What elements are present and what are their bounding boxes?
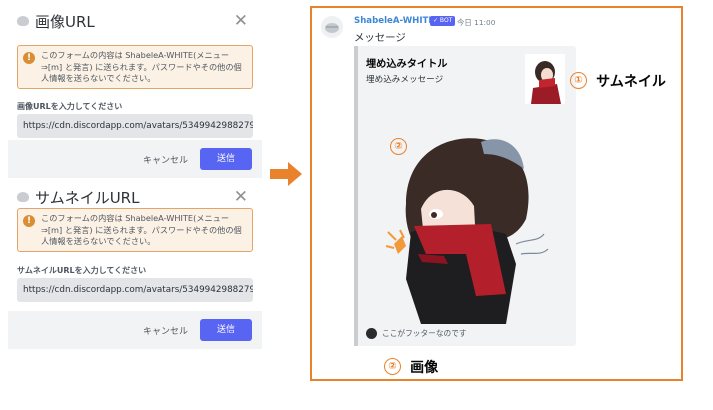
embed-footer-text: ここがフッターなのです	[382, 329, 467, 338]
send-button[interactable]: 送信	[200, 148, 252, 170]
bot-name[interactable]: ShabeleA-WHITE	[354, 16, 434, 26]
thumbnail-url-modal: サムネイルURL ✕ ! このフォームの内容は ShabeleA-WHITE(メ…	[8, 184, 262, 354]
modal-title: サムネイルURL	[35, 189, 140, 207]
warning-text: このフォームの内容は ShabeleA-WHITE(メニュー⇒[m] と発言) …	[41, 50, 242, 83]
bot-avatar	[321, 16, 343, 38]
modal-title: 画像URL	[35, 13, 95, 31]
message-embed: 埋め込みタイトル 埋め込みメッセージ ここがフッターなのです	[354, 46, 576, 346]
annotation-label: サムネイル	[596, 73, 666, 90]
embed-title: 埋め込みタイトル	[366, 59, 448, 70]
modal-header: サムネイルURL ✕	[8, 184, 262, 210]
modal-header: 画像URL ✕	[8, 8, 262, 34]
embed-description: 埋め込みメッセージ	[366, 75, 444, 85]
annotation-label: 画像	[410, 359, 439, 376]
message-timestamp: 今日 11:00	[457, 18, 496, 27]
cancel-button[interactable]: キャンセル	[143, 324, 188, 337]
privacy-warning: ! このフォームの内容は ShabeleA-WHITE(メニュー⇒[m] と発言…	[17, 208, 253, 252]
send-button[interactable]: 送信	[200, 319, 252, 341]
url-input[interactable]: https://cdn.discordapp.com/avatars/53499…	[17, 114, 253, 138]
annotation-number: ②	[390, 138, 407, 155]
modal-footer: キャンセル 送信	[8, 311, 262, 349]
thumbnail-annotation: ① サムネイル	[570, 70, 666, 91]
image-annotation-marker: ②	[390, 136, 407, 155]
close-icon[interactable]: ✕	[234, 11, 248, 31]
close-icon[interactable]: ✕	[234, 187, 248, 207]
arrow-right-icon	[270, 162, 302, 186]
embed-thumbnail[interactable]	[525, 54, 565, 104]
footer-icon	[366, 328, 377, 339]
warning-icon: !	[23, 215, 35, 227]
bot-logo-icon	[17, 16, 29, 26]
warning-text: このフォームの内容は ShabeleA-WHITE(メニュー⇒[m] と発言) …	[41, 213, 242, 246]
bot-logo-icon	[17, 192, 29, 202]
warning-icon: !	[23, 52, 35, 64]
image-url-modal: 画像URL ✕ ! このフォームの内容は ShabeleA-WHITE(メニュー…	[8, 8, 262, 178]
message-content: メッセージ	[354, 32, 406, 44]
modal-footer: キャンセル 送信	[8, 140, 262, 178]
annotation-number: ②	[384, 358, 401, 375]
bot-tag-badge: ✓ BOT	[430, 16, 456, 26]
discord-message-frame: ShabeleA-WHITE ✓ BOT 今日 11:00 メッセージ 埋め込み…	[310, 6, 683, 381]
cancel-button[interactable]: キャンセル	[143, 153, 188, 166]
field-label: 画像URLを入力してください	[17, 102, 123, 111]
image-annotation: ② 画像	[384, 356, 438, 377]
annotation-number: ①	[570, 72, 587, 89]
field-label: サムネイルURLを入力してください	[17, 266, 147, 275]
url-input[interactable]: https://cdn.discordapp.com/avatars/53499…	[17, 278, 253, 302]
privacy-warning: ! このフォームの内容は ShabeleA-WHITE(メニュー⇒[m] と発言…	[17, 45, 253, 89]
